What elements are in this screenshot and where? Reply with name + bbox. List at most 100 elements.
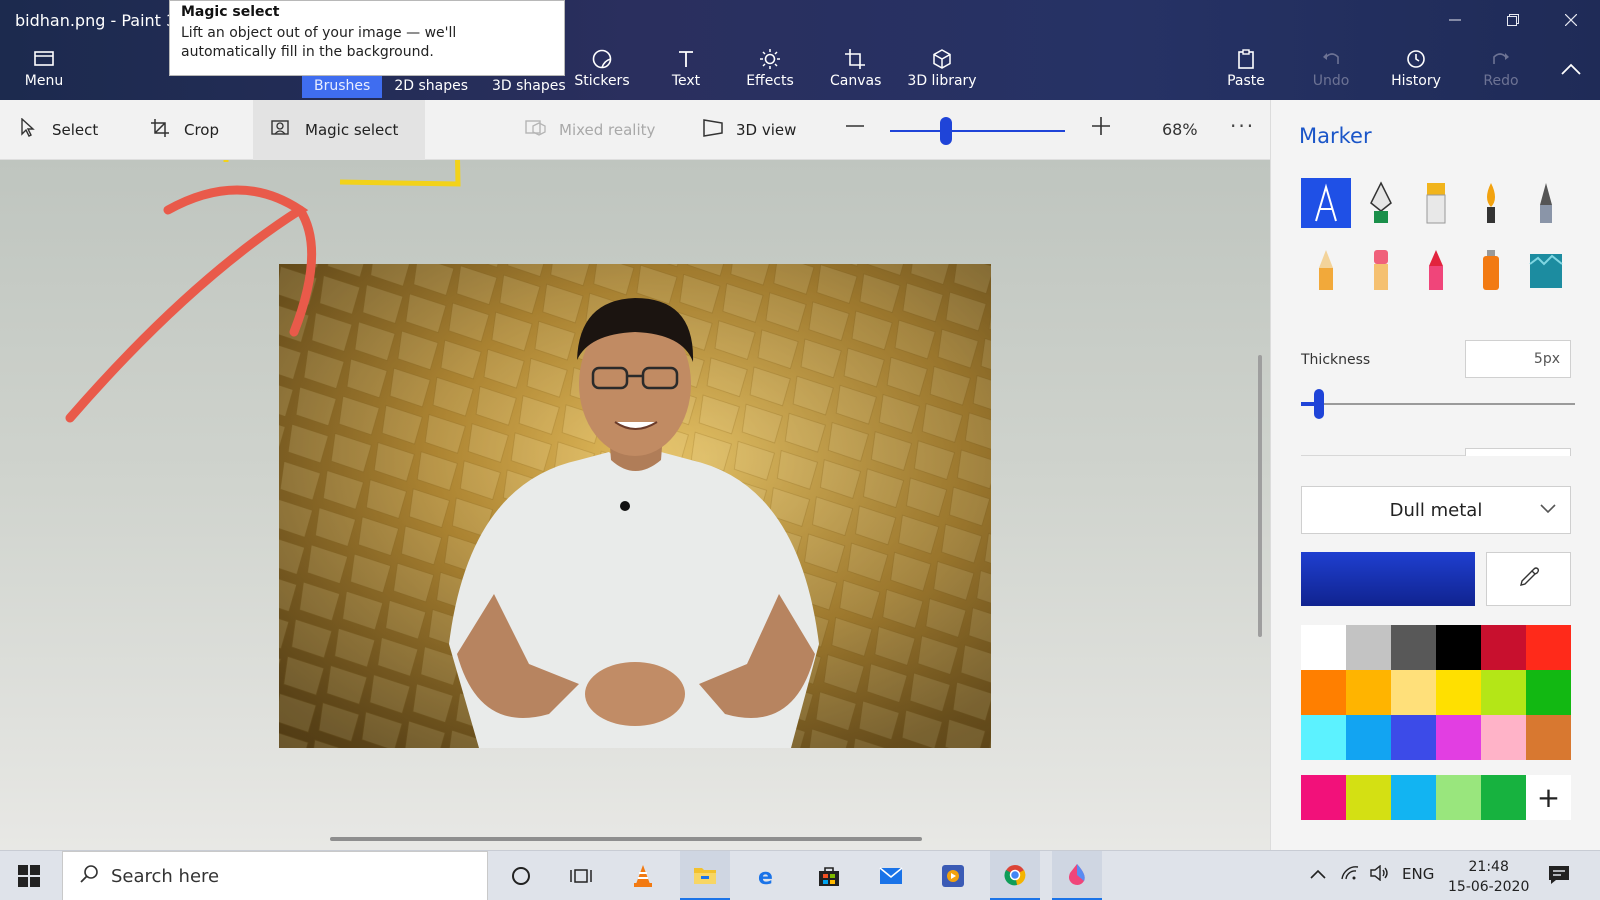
history-button[interactable]: History	[1390, 48, 1442, 94]
task-view-icon[interactable]	[556, 851, 606, 900]
color-swatch[interactable]	[1346, 625, 1391, 670]
custom-color-swatch[interactable]	[1301, 775, 1346, 820]
thickness-slider-thumb[interactable]	[1313, 389, 1324, 419]
mixed-reality-icon	[525, 118, 546, 143]
color-swatch[interactable]	[1301, 625, 1346, 670]
undo-icon	[1311, 48, 1351, 72]
mixed-reality-button[interactable]: Mixed reality	[525, 100, 655, 160]
taskbar-clock[interactable]: 21:48 15-06-2020	[1448, 857, 1529, 897]
3d-view-button[interactable]: 3D view	[702, 100, 796, 160]
minimize-icon[interactable]	[1426, 0, 1484, 40]
color-swatch[interactable]	[1481, 715, 1526, 760]
more-options-icon[interactable]: ···	[1230, 114, 1255, 138]
stickers-button[interactable]: Stickers	[572, 48, 632, 94]
vertical-scrollbar[interactable]	[1258, 355, 1262, 637]
effects-button[interactable]: Effects	[745, 48, 795, 94]
svg-text:e: e	[758, 865, 773, 887]
pencil-icon[interactable]	[1301, 245, 1351, 295]
crayon-icon[interactable]	[1411, 245, 1461, 295]
color-swatch[interactable]	[1526, 670, 1571, 715]
fill-bucket-icon[interactable]	[1521, 245, 1571, 295]
add-color-icon[interactable]: +	[1526, 775, 1571, 820]
3d-library-button[interactable]: 3D library	[907, 48, 977, 94]
canvas-workspace[interactable]	[0, 160, 1270, 850]
text-button[interactable]: Text	[665, 48, 707, 94]
tab-brushes[interactable]: Brushes	[302, 76, 383, 98]
thickness-slider-track[interactable]	[1301, 403, 1575, 405]
eraser-icon[interactable]	[1356, 245, 1406, 295]
color-swatch[interactable]	[1481, 625, 1526, 670]
mail-icon[interactable]	[866, 851, 916, 900]
language-indicator[interactable]: ENG	[1402, 865, 1434, 883]
restore-icon[interactable]	[1484, 0, 1542, 40]
thickness-input[interactable]: 5px	[1465, 340, 1571, 378]
canvas-button[interactable]: Canvas	[830, 48, 881, 94]
custom-color-swatch[interactable]	[1436, 775, 1481, 820]
color-swatch[interactable]	[1436, 625, 1481, 670]
tab-2d-shapes[interactable]: 2D shapes	[382, 76, 480, 98]
volume-icon[interactable]	[1370, 864, 1390, 885]
oil-brush-icon[interactable]	[1411, 178, 1461, 228]
cortana-icon[interactable]	[496, 851, 546, 900]
windows-start-icon[interactable]	[18, 865, 40, 891]
color-swatch[interactable]	[1526, 715, 1571, 760]
file-explorer-icon[interactable]	[680, 851, 730, 900]
close-icon[interactable]	[1542, 0, 1600, 40]
chrome-icon[interactable]	[990, 851, 1040, 900]
sun-icon	[745, 48, 795, 72]
panel-title: Marker	[1299, 124, 1372, 148]
select-button[interactable]: Select	[18, 100, 98, 160]
zoom-out-icon[interactable]	[844, 114, 866, 144]
current-color-swatch[interactable]	[1301, 552, 1475, 606]
zoom-percentage[interactable]: 68%	[1162, 120, 1198, 139]
color-swatch[interactable]	[1481, 670, 1526, 715]
color-swatch[interactable]	[1391, 715, 1436, 760]
show-hidden-icons-icon[interactable]	[1310, 865, 1326, 883]
color-swatch[interactable]	[1526, 625, 1571, 670]
cube-icon	[907, 48, 977, 72]
store-icon[interactable]	[804, 851, 854, 900]
taskbar-search[interactable]	[62, 851, 488, 900]
material-dropdown[interactable]: Dull metal	[1301, 486, 1571, 534]
spray-can-icon[interactable]	[1466, 245, 1516, 295]
pixel-pen-icon[interactable]	[1521, 178, 1571, 228]
edge-icon[interactable]: e	[742, 851, 792, 900]
custom-color-swatch[interactable]	[1346, 775, 1391, 820]
eyedropper-button[interactable]	[1486, 552, 1571, 606]
paint-3d-icon[interactable]	[1052, 851, 1102, 900]
color-swatch[interactable]	[1346, 715, 1391, 760]
calligraphy-pen-icon[interactable]	[1356, 178, 1406, 228]
zoom-in-icon[interactable]	[1090, 114, 1112, 144]
redo-button[interactable]: Redo	[1481, 48, 1521, 94]
menu-button[interactable]: Menu	[22, 48, 66, 94]
magic-select-tooltip: Magic select Lift an object out of your …	[169, 0, 565, 76]
zoom-slider-thumb[interactable]	[940, 117, 952, 145]
custom-color-swatch[interactable]	[1391, 775, 1436, 820]
color-swatch[interactable]	[1436, 670, 1481, 715]
color-swatch[interactable]	[1301, 715, 1346, 760]
search-icon	[79, 864, 99, 889]
color-swatch[interactable]	[1391, 670, 1436, 715]
crop-button[interactable]: Crop	[150, 100, 219, 160]
window-controls	[1426, 0, 1600, 40]
color-swatch[interactable]	[1436, 715, 1481, 760]
marker-brush-icon[interactable]	[1301, 178, 1351, 228]
paste-button[interactable]: Paste	[1225, 48, 1267, 94]
watercolor-icon[interactable]	[1466, 178, 1516, 228]
custom-color-swatch[interactable]	[1481, 775, 1526, 820]
color-swatch[interactable]	[1391, 625, 1436, 670]
undo-button[interactable]: Undo	[1311, 48, 1351, 94]
zoom-slider-track[interactable]	[890, 130, 1065, 132]
color-swatch[interactable]	[1301, 670, 1346, 715]
magic-select-button[interactable]: Magic select	[253, 100, 425, 160]
collapse-ribbon-icon[interactable]	[1560, 60, 1582, 81]
notification-icon[interactable]	[1548, 865, 1570, 889]
media-app-icon[interactable]	[928, 851, 978, 900]
vlc-icon[interactable]	[618, 851, 668, 900]
wifi-icon[interactable]	[1340, 865, 1360, 885]
horizontal-scrollbar[interactable]	[330, 837, 922, 841]
color-swatch[interactable]	[1346, 670, 1391, 715]
search-input[interactable]	[111, 865, 451, 887]
opacity-input[interactable]	[1465, 448, 1571, 456]
tab-3d-shapes[interactable]: 3D shapes	[480, 76, 578, 98]
